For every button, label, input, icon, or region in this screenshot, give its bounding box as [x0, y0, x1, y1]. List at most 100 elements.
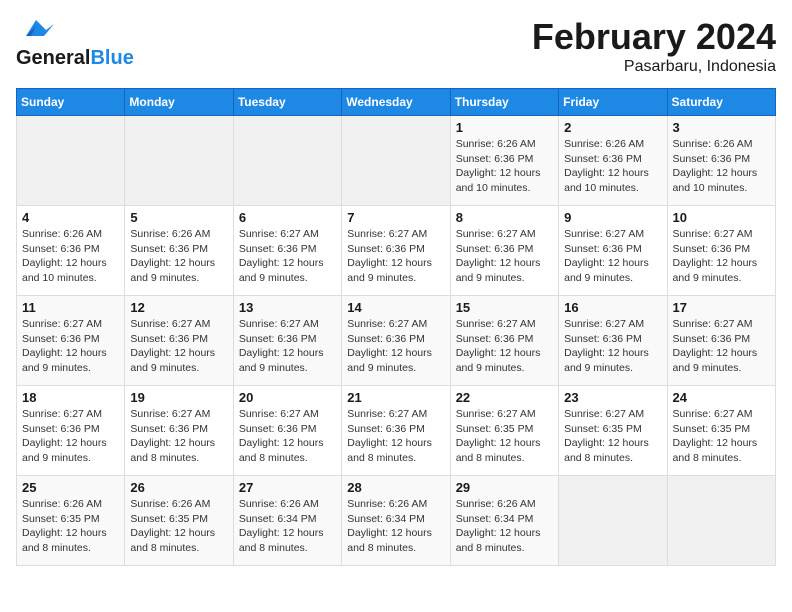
calendar-cell: 4 Sunrise: 6:26 AMSunset: 6:36 PMDaylight…: [17, 206, 125, 296]
calendar-table: SundayMondayTuesdayWednesdayThursdayFrid…: [16, 88, 776, 566]
day-info: Sunrise: 6:27 AMSunset: 6:36 PMDaylight:…: [130, 317, 227, 376]
day-info: Sunrise: 6:27 AMSunset: 6:36 PMDaylight:…: [239, 317, 336, 376]
day-number: 4: [22, 210, 119, 225]
day-info: Sunrise: 6:26 AMSunset: 6:36 PMDaylight:…: [22, 227, 119, 286]
day-number: 25: [22, 480, 119, 495]
day-info: Sunrise: 6:27 AMSunset: 6:36 PMDaylight:…: [130, 407, 227, 466]
header-saturday: Saturday: [667, 89, 775, 116]
day-number: 20: [239, 390, 336, 405]
day-info: Sunrise: 6:26 AMSunset: 6:35 PMDaylight:…: [22, 497, 119, 556]
calendar-cell: 15 Sunrise: 6:27 AMSunset: 6:36 PMDayligh…: [450, 296, 558, 386]
calendar-cell: [342, 116, 450, 206]
day-info: Sunrise: 6:26 AMSunset: 6:36 PMDaylight:…: [130, 227, 227, 286]
day-info: Sunrise: 6:26 AMSunset: 6:34 PMDaylight:…: [239, 497, 336, 556]
day-info: Sunrise: 6:26 AMSunset: 6:36 PMDaylight:…: [564, 137, 661, 196]
day-info: Sunrise: 6:27 AMSunset: 6:36 PMDaylight:…: [673, 317, 770, 376]
week-row-1: 1 Sunrise: 6:26 AMSunset: 6:36 PMDaylight…: [17, 116, 776, 206]
day-info: Sunrise: 6:27 AMSunset: 6:35 PMDaylight:…: [456, 407, 553, 466]
day-number: 7: [347, 210, 444, 225]
day-number: 26: [130, 480, 227, 495]
calendar-cell: 11 Sunrise: 6:27 AMSunset: 6:36 PMDayligh…: [17, 296, 125, 386]
calendar-cell: 9Sunrise: 6:27 AMSunset: 6:36 PMDaylight…: [559, 206, 667, 296]
calendar-cell: 3 Sunrise: 6:26 AMSunset: 6:36 PMDaylight…: [667, 116, 775, 206]
day-number: 18: [22, 390, 119, 405]
calendar-cell: 7 Sunrise: 6:27 AMSunset: 6:36 PMDaylight…: [342, 206, 450, 296]
calendar-cell: 6 Sunrise: 6:27 AMSunset: 6:36 PMDaylight…: [233, 206, 341, 296]
day-number: 27: [239, 480, 336, 495]
week-row-5: 25 Sunrise: 6:26 AMSunset: 6:35 PMDayligh…: [17, 476, 776, 566]
day-info: Sunrise: 6:27 AMSunset: 6:35 PMDaylight:…: [564, 407, 661, 466]
calendar-cell: 18 Sunrise: 6:27 AMSunset: 6:36 PMDayligh…: [17, 386, 125, 476]
calendar-cell: 20 Sunrise: 6:27 AMSunset: 6:36 PMDayligh…: [233, 386, 341, 476]
day-info: Sunrise: 6:27 AMSunset: 6:36 PMDaylight:…: [673, 227, 770, 286]
calendar-cell: 10 Sunrise: 6:27 AMSunset: 6:36 PMDayligh…: [667, 206, 775, 296]
day-number: 15: [456, 300, 553, 315]
day-number: 14: [347, 300, 444, 315]
calendar-cell: [125, 116, 233, 206]
calendar-cell: 16 Sunrise: 6:27 AMSunset: 6:36 PMDayligh…: [559, 296, 667, 386]
day-number: 29: [456, 480, 553, 495]
day-number: 3: [673, 120, 770, 135]
calendar-cell: [233, 116, 341, 206]
day-info: Sunrise: 6:27 AMSunset: 6:36 PMDaylight:…: [22, 317, 119, 376]
day-info: Sunrise: 6:27 AMSunset: 6:36 PMDaylight:…: [239, 407, 336, 466]
day-info: Sunrise: 6:27 AMSunset: 6:36 PMDaylight:…: [22, 407, 119, 466]
calendar-cell: 24 Sunrise: 6:27 AMSunset: 6:35 PMDayligh…: [667, 386, 775, 476]
day-number: 24: [673, 390, 770, 405]
day-info: Sunrise: 6:27 AMSunset: 6:36 PMDaylight:…: [456, 227, 553, 286]
calendar-cell: 5 Sunrise: 6:26 AMSunset: 6:36 PMDaylight…: [125, 206, 233, 296]
header-wednesday: Wednesday: [342, 89, 450, 116]
header-friday: Friday: [559, 89, 667, 116]
header-thursday: Thursday: [450, 89, 558, 116]
calendar-cell: [17, 116, 125, 206]
calendar-cell: 14 Sunrise: 6:27 AMSunset: 6:36 PMDayligh…: [342, 296, 450, 386]
day-number: 12: [130, 300, 227, 315]
day-number: 6: [239, 210, 336, 225]
calendar-cell: 26Sunrise: 6:26 AMSunset: 6:35 PMDayligh…: [125, 476, 233, 566]
calendar-cell: 22Sunrise: 6:27 AMSunset: 6:35 PMDayligh…: [450, 386, 558, 476]
week-row-3: 11 Sunrise: 6:27 AMSunset: 6:36 PMDayligh…: [17, 296, 776, 386]
day-number: 16: [564, 300, 661, 315]
header-sunday: Sunday: [17, 89, 125, 116]
logo-icon: [16, 16, 58, 46]
day-info: Sunrise: 6:26 AMSunset: 6:36 PMDaylight:…: [673, 137, 770, 196]
calendar-cell: 2 Sunrise: 6:26 AMSunset: 6:36 PMDaylight…: [559, 116, 667, 206]
day-number: 2: [564, 120, 661, 135]
calendar-cell: 1 Sunrise: 6:26 AMSunset: 6:36 PMDaylight…: [450, 116, 558, 206]
day-number: 17: [673, 300, 770, 315]
day-info: Sunrise: 6:27 AMSunset: 6:36 PMDaylight:…: [347, 407, 444, 466]
calendar-subtitle: Pasarbaru, Indonesia: [532, 58, 776, 76]
calendar-cell: 25 Sunrise: 6:26 AMSunset: 6:35 PMDayligh…: [17, 476, 125, 566]
day-info: Sunrise: 6:27 AMSunset: 6:36 PMDaylight:…: [564, 317, 661, 376]
day-number: 23: [564, 390, 661, 405]
page-header: GeneralBlue February 2024 Pasarbaru, Ind…: [16, 16, 776, 76]
day-info: Sunrise: 6:26 AMSunset: 6:36 PMDaylight:…: [456, 137, 553, 196]
day-number: 5: [130, 210, 227, 225]
header-tuesday: Tuesday: [233, 89, 341, 116]
calendar-cell: 19 Sunrise: 6:27 AMSunset: 6:36 PMDayligh…: [125, 386, 233, 476]
calendar-cell: 8 Sunrise: 6:27 AMSunset: 6:36 PMDaylight…: [450, 206, 558, 296]
calendar-cell: [559, 476, 667, 566]
calendar-cell: 17 Sunrise: 6:27 AMSunset: 6:36 PMDayligh…: [667, 296, 775, 386]
day-number: 21: [347, 390, 444, 405]
day-number: 19: [130, 390, 227, 405]
day-number: 11: [22, 300, 119, 315]
week-row-4: 18 Sunrise: 6:27 AMSunset: 6:36 PMDayligh…: [17, 386, 776, 476]
calendar-header-row: SundayMondayTuesdayWednesdayThursdayFrid…: [17, 89, 776, 116]
day-number: 28: [347, 480, 444, 495]
logo-general: General: [16, 47, 90, 69]
calendar-cell: 27 Sunrise: 6:26 AMSunset: 6:34 PMDayligh…: [233, 476, 341, 566]
day-info: Sunrise: 6:26 AMSunset: 6:34 PMDaylight:…: [456, 497, 553, 556]
day-info: Sunrise: 6:27 AMSunset: 6:36 PMDaylight:…: [456, 317, 553, 376]
day-number: 1: [456, 120, 553, 135]
week-row-2: 4 Sunrise: 6:26 AMSunset: 6:36 PMDaylight…: [17, 206, 776, 296]
day-info: Sunrise: 6:27 AMSunset: 6:36 PMDaylight:…: [239, 227, 336, 286]
day-info: Sunrise: 6:27 AMSunset: 6:35 PMDaylight:…: [673, 407, 770, 466]
calendar-cell: 29 Sunrise: 6:26 AMSunset: 6:34 PMDayligh…: [450, 476, 558, 566]
title-area: February 2024 Pasarbaru, Indonesia: [532, 16, 776, 76]
day-number: 10: [673, 210, 770, 225]
day-number: 8: [456, 210, 553, 225]
calendar-cell: 12 Sunrise: 6:27 AMSunset: 6:36 PMDayligh…: [125, 296, 233, 386]
day-info: Sunrise: 6:27 AMSunset: 6:36 PMDaylight:…: [347, 317, 444, 376]
day-info: Sunrise: 6:27 AMSunset: 6:36 PMDaylight:…: [347, 227, 444, 286]
